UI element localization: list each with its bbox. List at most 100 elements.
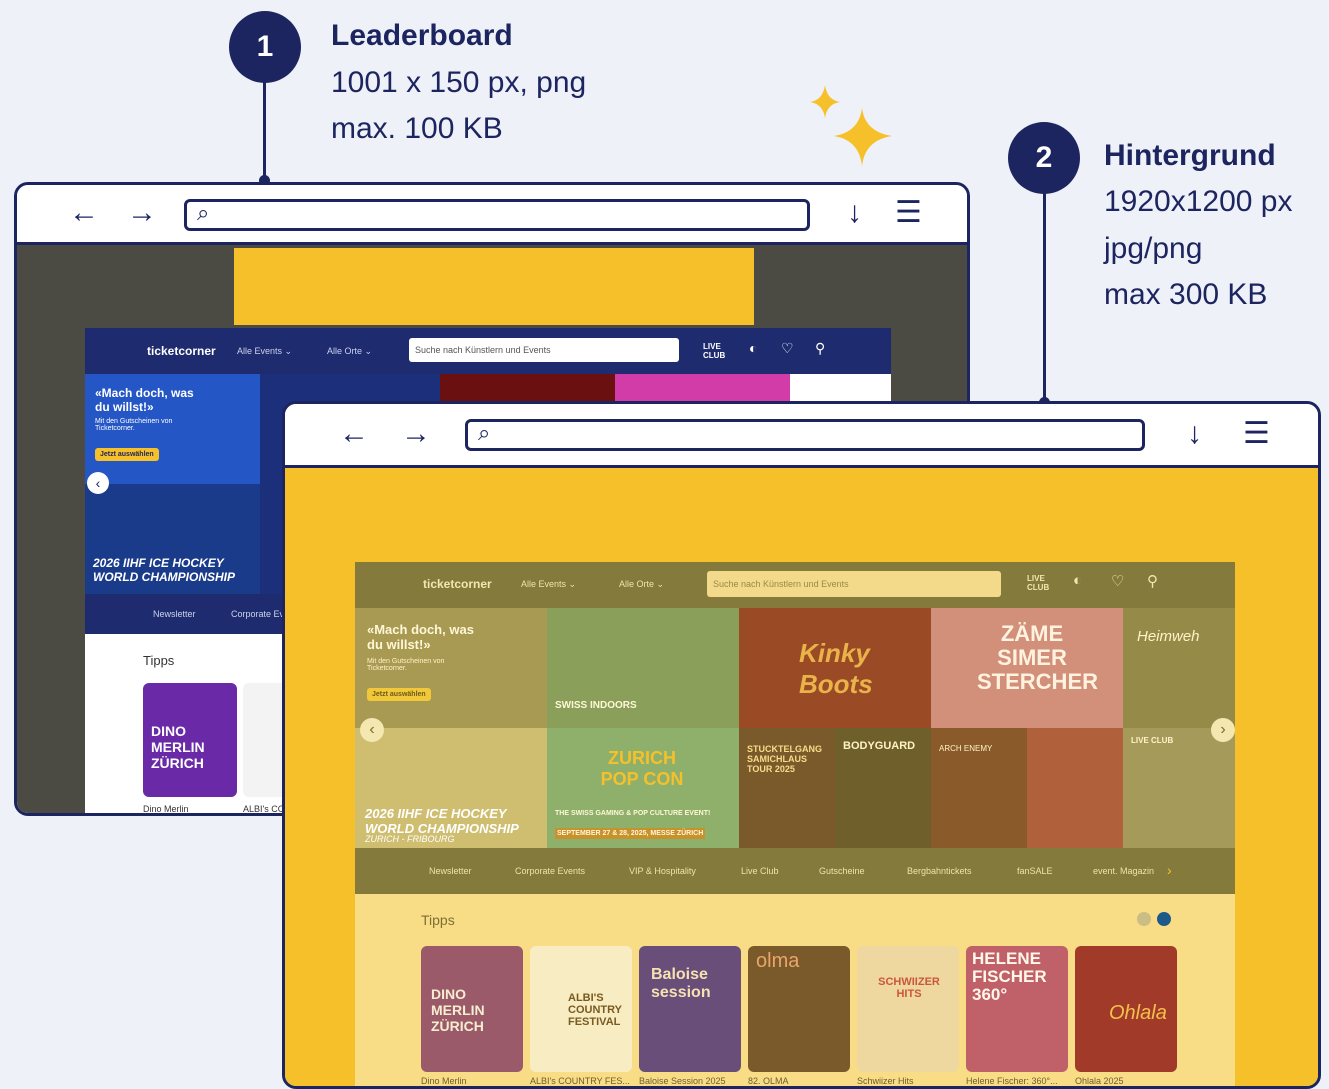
back-arrow-icon[interactable]: ← xyxy=(69,193,99,233)
globe-icon[interactable]: ◐ xyxy=(749,340,757,356)
tile-live-club[interactable]: LIVE CLUB xyxy=(1123,728,1235,848)
nav-all-places[interactable]: Alle Orte ⌄ xyxy=(327,346,372,357)
subnav-next-icon[interactable]: › xyxy=(1167,862,1172,878)
card-helene-fischer[interactable]: HELENE FISCHER 360° xyxy=(966,946,1068,1072)
promo-title: «Mach doch, was du willst!» xyxy=(95,386,194,414)
tile-zame-simer[interactable] xyxy=(615,374,790,404)
promo-subtitle: Mit den Gutscheinen von Ticketcorner. xyxy=(95,418,173,432)
subnav-bar: Newsletter Corporate Events VIP & Hospit… xyxy=(355,848,1235,894)
address-bar[interactable]: ⌕ xyxy=(465,419,1145,451)
forward-arrow-icon[interactable]: → xyxy=(127,193,157,233)
card-label: Baloise Session 2025 xyxy=(639,1076,726,1086)
nav-all-events[interactable]: Alle Events ⌄ xyxy=(237,346,292,357)
callout-1-size: 1001 x 150 px, png xyxy=(331,66,587,99)
download-icon[interactable]: ↓ xyxy=(847,193,862,233)
globe-icon[interactable]: ◐ xyxy=(1073,572,1082,589)
heart-icon[interactable]: ♡ xyxy=(1111,572,1124,590)
search-icon: ⌕ xyxy=(478,420,491,445)
promo-tile[interactable]: «Mach doch, was du willst!» Mit den Guts… xyxy=(355,608,547,728)
tile-bodyguard[interactable]: BODYGUARD xyxy=(835,728,931,848)
hockey-tile[interactable]: 2026 IIHF ICE HOCKEY WORLD CHAMPIONSHIP xyxy=(85,484,260,594)
card-label: ALBI's CO xyxy=(243,804,285,814)
callout-2-title: Hintergrund xyxy=(1104,139,1276,172)
subnav-newsletter[interactable]: Newsletter xyxy=(153,609,196,619)
tile-concert[interactable] xyxy=(1027,728,1123,848)
card-schwiizer-hits[interactable]: SCHWIIZER HITS xyxy=(857,946,959,1072)
tipps-heading: Tipps xyxy=(421,912,455,928)
subnav-vip[interactable]: VIP & Hospitality xyxy=(629,866,696,876)
card-albis[interactable] xyxy=(243,683,287,797)
promo-title: «Mach doch, was du willst!» xyxy=(367,622,474,652)
carousel-prev-button[interactable]: ‹ xyxy=(360,718,384,742)
card-label: 82. OLMA xyxy=(748,1076,789,1086)
tipps-next-button[interactable] xyxy=(1157,912,1171,926)
live-club-logo[interactable]: LIVE CLUB xyxy=(703,342,729,360)
carousel-prev-button[interactable]: ‹ xyxy=(87,472,109,494)
card-art-title: DINO MERLIN ZÜRICH xyxy=(431,986,485,1034)
site-header: ticketcorner Alle Events ⌄ Alle Orte ⌄ S… xyxy=(355,562,1235,608)
subnav-fansale[interactable]: fanSALE xyxy=(1017,866,1053,876)
tile-zame-simer[interactable]: ZÄME SIMER STERCHER xyxy=(931,608,1123,728)
subnav-corporate[interactable]: Corporate Events xyxy=(515,866,585,876)
step-number: 2 xyxy=(1035,141,1053,174)
card-label: Dino Merlin xyxy=(143,804,189,814)
forward-arrow-icon[interactable]: → xyxy=(401,414,431,454)
heart-icon[interactable]: ♡ xyxy=(781,340,794,357)
subnav-bergbahn[interactable]: Bergbahntickets xyxy=(907,866,972,876)
tile-kinky-boots[interactable] xyxy=(440,374,615,404)
site-logo[interactable]: ticketcorner xyxy=(423,577,492,591)
user-icon[interactable]: ⚲ xyxy=(815,340,825,357)
card-ohlala[interactable]: Ohlala xyxy=(1075,946,1177,1072)
tile-heimweh[interactable]: Heimweh xyxy=(1123,608,1235,728)
tile-arch-enemy[interactable]: ARCH ENEMY xyxy=(931,728,1027,848)
card-baloise[interactable]: Baloise session xyxy=(639,946,741,1072)
callout-1-title: Leaderboard xyxy=(331,19,513,52)
card-label: Helene Fischer: 360°... xyxy=(966,1076,1058,1086)
nav-all-events[interactable]: Alle Events ⌄ xyxy=(521,579,576,590)
subnav-corporate[interactable]: Corporate Ev xyxy=(231,609,284,619)
subnav-gutscheine[interactable]: Gutscheine xyxy=(819,866,865,876)
tile-title: SWISS INDOORS xyxy=(555,700,637,711)
card-art-title: ALBI'S COUNTRY FESTIVAL xyxy=(568,992,622,1028)
subnav-live-club[interactable]: Live Club xyxy=(741,866,779,876)
live-club-logo[interactable]: LIVE CLUB xyxy=(1027,574,1055,592)
user-icon[interactable]: ⚲ xyxy=(1147,572,1158,590)
download-icon[interactable]: ↓ xyxy=(1187,414,1202,454)
card-art-title: HELENE FISCHER 360° xyxy=(972,949,1047,1004)
card-dino-merlin[interactable]: DINO MERLIN ZÜRICH xyxy=(421,946,523,1072)
tipps-prev-button[interactable] xyxy=(1137,912,1151,926)
hockey-tile[interactable]: 2026 IIHF ICE HOCKEY WORLD CHAMPIONSHIP … xyxy=(355,728,547,848)
card-dino-merlin[interactable]: DINO MERLIN ZÜRICH xyxy=(143,683,237,797)
subnav-magazin[interactable]: event. Magazin xyxy=(1093,866,1154,876)
promo-tile[interactable]: «Mach doch, was du willst!» Mit den Guts… xyxy=(85,374,260,484)
menu-icon[interactable]: ☰ xyxy=(895,193,922,233)
site-search-input[interactable]: Suche nach Künstlern und Events xyxy=(707,571,1001,597)
card-label: ALBI's COUNTRY FES... xyxy=(530,1076,630,1086)
site-logo[interactable]: ticketcorner xyxy=(147,344,216,358)
step-1-badge: 1 xyxy=(229,11,301,83)
tile-title: ZÄME SIMER STERCHER xyxy=(977,621,1099,694)
carousel-next-button[interactable]: › xyxy=(1211,718,1235,742)
tile-swiss-indoors[interactable]: SWISS INDOORS xyxy=(547,608,739,728)
back-arrow-icon[interactable]: ← xyxy=(339,414,369,454)
site-search-input[interactable]: Suche nach Künstlern und Events xyxy=(409,338,679,362)
step-number: 1 xyxy=(256,30,274,63)
card-label: Ohlala 2025 xyxy=(1075,1076,1124,1086)
card-albis[interactable]: ALBI'S COUNTRY FESTIVAL xyxy=(530,946,632,1072)
tile-samichlaus[interactable]: STUCKTELGANG SAMICHLAUS TOUR 2025 xyxy=(739,728,835,848)
sparkle-icon xyxy=(810,85,892,166)
tile-pop-con[interactable]: ZURICH POP CON THE SWISS GAMING & POP CU… xyxy=(547,728,739,848)
hockey-subtitle: ZURICH - FRIBOURG xyxy=(365,834,455,844)
menu-icon[interactable]: ☰ xyxy=(1243,414,1270,454)
address-bar[interactable]: ⌕ xyxy=(184,199,810,231)
promo-button[interactable]: Jetzt auswählen xyxy=(95,448,159,461)
card-art-title: DINO MERLIN ZÜRICH xyxy=(151,723,205,771)
card-olma[interactable]: olma xyxy=(748,946,850,1072)
tile-title: ZURICH POP CON xyxy=(600,748,684,789)
tile-kinky-boots[interactable]: Kinky Boots xyxy=(739,608,931,728)
nav-all-places[interactable]: Alle Orte ⌄ xyxy=(619,579,664,590)
hockey-title: 2026 IIHF ICE HOCKEY WORLD CHAMPIONSHIP xyxy=(93,556,235,584)
promo-button[interactable]: Jetzt auswählen xyxy=(367,688,431,701)
subnav-newsletter[interactable]: Newsletter xyxy=(429,866,472,876)
callout-2-weight: max 300 KB xyxy=(1104,278,1268,311)
